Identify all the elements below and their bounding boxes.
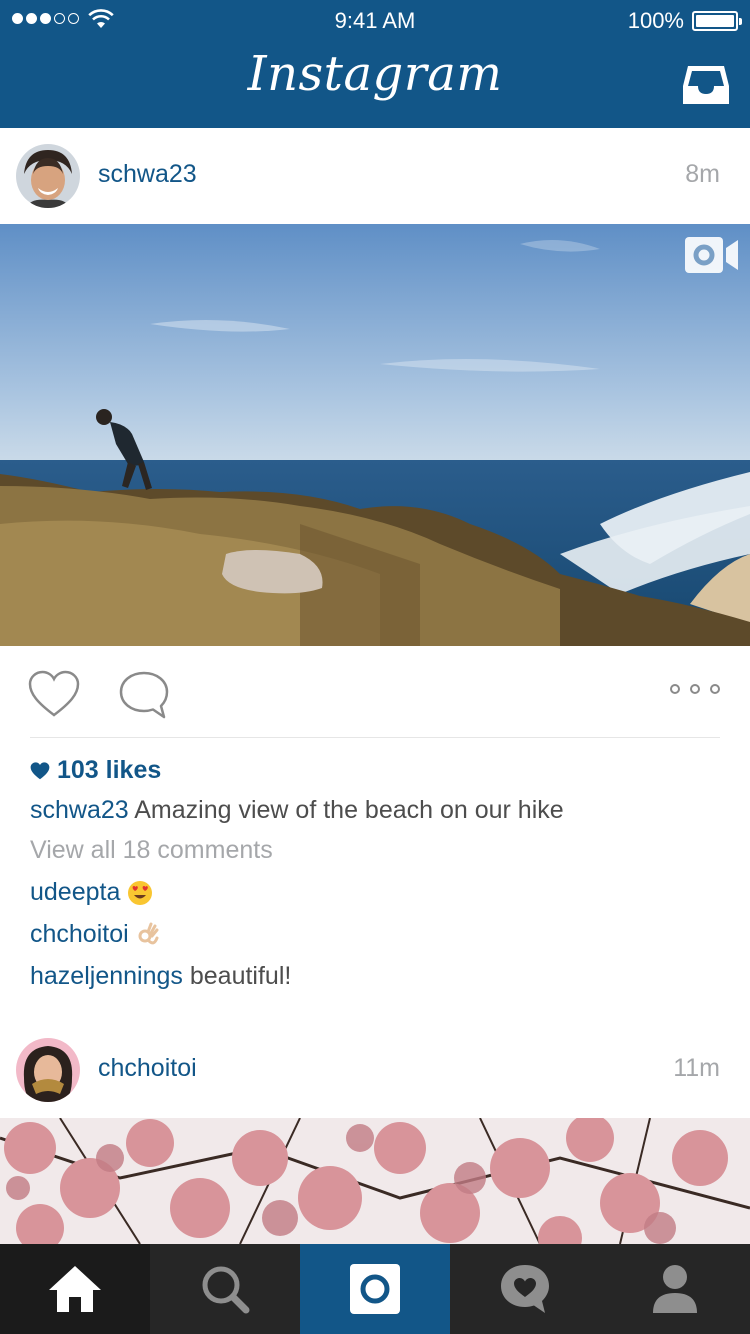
- post-username[interactable]: chchoitoi: [98, 1054, 197, 1083]
- comment-username[interactable]: udeepta: [30, 878, 120, 906]
- post-photo[interactable]: [0, 224, 750, 646]
- status-bar: 9:41 AM 100%: [0, 0, 750, 40]
- likes-label: 103 likes: [57, 756, 162, 784]
- home-icon: [49, 1266, 101, 1312]
- comment-row: chchoitoi: [30, 920, 160, 949]
- divider: [30, 737, 720, 738]
- inbox-icon[interactable]: [682, 64, 730, 106]
- likes-count[interactable]: 103 likes: [30, 756, 161, 785]
- heart-icon: [30, 761, 50, 779]
- tab-activity[interactable]: [450, 1244, 600, 1334]
- profile-icon: [653, 1265, 697, 1313]
- search-icon: [202, 1266, 250, 1314]
- post-time: 11m: [673, 1054, 720, 1082]
- camera-icon: [350, 1264, 400, 1314]
- heart-eyes-emoji-icon: [128, 881, 153, 906]
- post-photo[interactable]: [0, 1118, 750, 1244]
- caption-text: Amazing view of the beach on our hike: [134, 796, 564, 824]
- top-bar: 9:41 AM 100% Instagram: [0, 0, 750, 128]
- post-header: chchoitoi 11m: [0, 1022, 750, 1119]
- battery-icon: [692, 11, 742, 31]
- like-button[interactable]: [28, 670, 80, 718]
- caption: schwa23 Amazing view of the beach on our…: [30, 796, 564, 825]
- post-header: schwa23 8m: [0, 128, 750, 225]
- comment-row: hazeljennings beautiful!: [30, 962, 291, 991]
- tab-bar: [0, 1244, 750, 1334]
- comment-button[interactable]: [118, 670, 170, 720]
- caption-username[interactable]: schwa23: [30, 796, 129, 824]
- tab-home[interactable]: [0, 1244, 150, 1334]
- battery-percentage: 100%: [627, 8, 684, 33]
- comment-text: beautiful!: [189, 962, 292, 990]
- tab-camera[interactable]: [300, 1244, 450, 1334]
- post-actions: [0, 646, 750, 738]
- view-comments-link[interactable]: View all 18 comments: [30, 836, 273, 865]
- ok-hand-emoji-icon: [138, 922, 159, 945]
- comment-username[interactable]: hazeljennings: [30, 962, 183, 990]
- activity-icon: [501, 1265, 549, 1313]
- avatar[interactable]: [16, 144, 80, 208]
- more-options-button[interactable]: [670, 684, 720, 698]
- app-logo: Instagram: [247, 46, 503, 102]
- comment-row: udeepta: [30, 878, 153, 907]
- post-time: 8m: [685, 160, 720, 188]
- comment-username[interactable]: chchoitoi: [30, 920, 129, 948]
- post-username[interactable]: schwa23: [98, 160, 197, 189]
- avatar[interactable]: [16, 1038, 80, 1102]
- tab-search[interactable]: [150, 1244, 300, 1334]
- video-icon: [685, 237, 738, 273]
- tab-profile[interactable]: [600, 1244, 750, 1334]
